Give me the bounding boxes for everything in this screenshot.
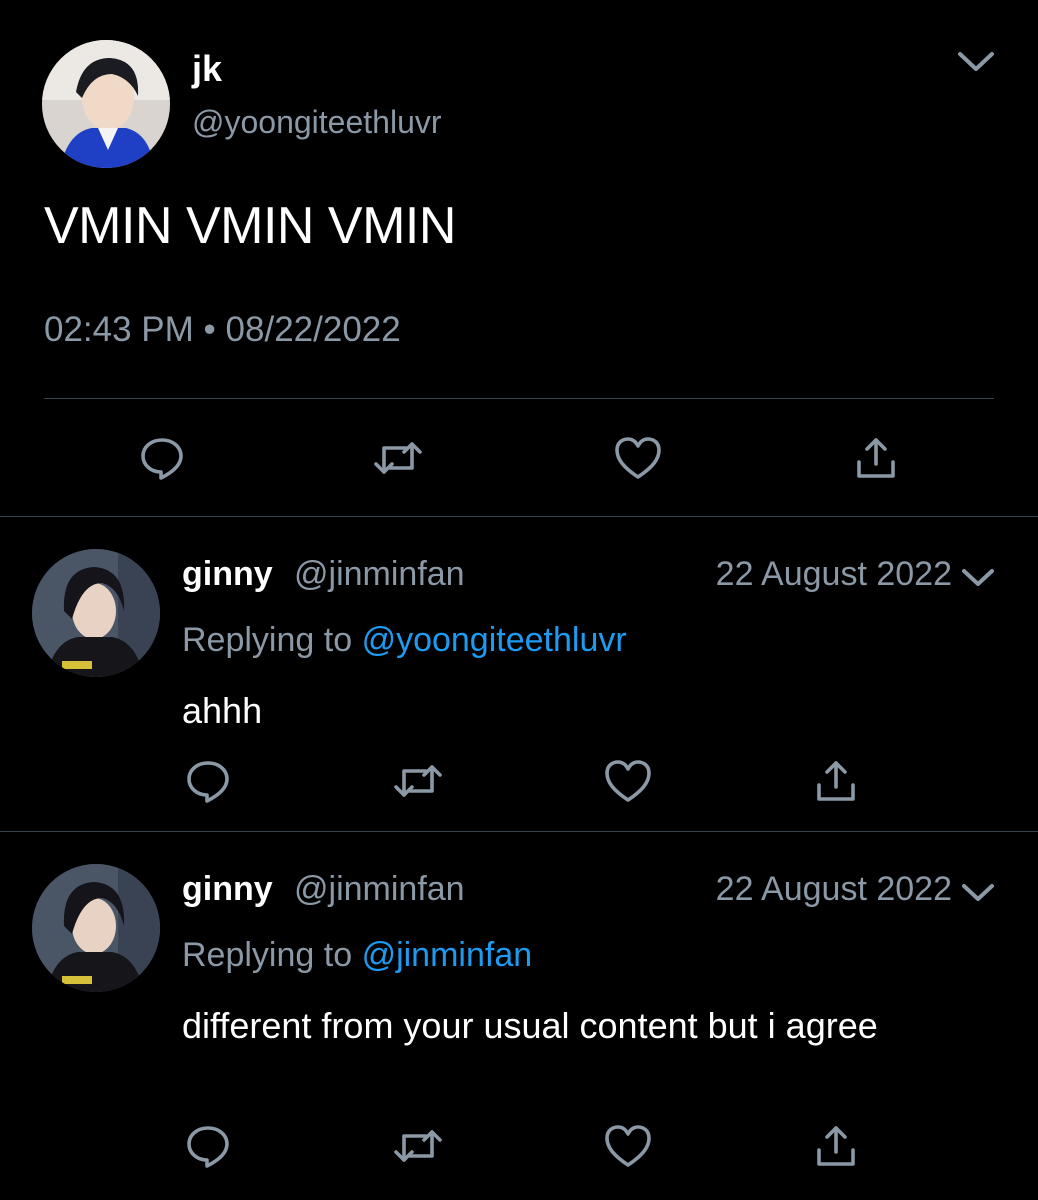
retweet-button[interactable] bbox=[390, 753, 446, 809]
replying-prefix: Replying to bbox=[182, 936, 353, 974]
heart-icon bbox=[615, 437, 661, 479]
display-name[interactable]: ginny bbox=[182, 555, 273, 594]
avatar[interactable] bbox=[32, 549, 160, 677]
tweet-timestamp[interactable]: 02:43 PM • 08/22/2022 bbox=[44, 310, 401, 350]
tweet-time: 02:43 PM bbox=[44, 310, 194, 349]
main-tweet: jk @yoongiteethluvr VMIN VMIN VMIN 02:43… bbox=[0, 0, 1038, 516]
divider bbox=[44, 398, 994, 399]
user-handle[interactable]: @yoongiteethluvr bbox=[192, 104, 442, 141]
reply-button[interactable] bbox=[134, 430, 190, 486]
reply-date[interactable]: 22 August 2022 bbox=[716, 555, 952, 594]
avatar-image bbox=[32, 864, 160, 992]
replying-to: Replying to @jinminfan bbox=[182, 936, 532, 975]
display-name[interactable]: jk bbox=[192, 48, 222, 90]
reply-icon bbox=[141, 438, 183, 480]
like-button[interactable] bbox=[610, 430, 666, 486]
tweet-text: VMIN VMIN VMIN bbox=[44, 197, 456, 255]
tweet-date: 08/22/2022 bbox=[225, 310, 401, 349]
reply-date[interactable]: 22 August 2022 bbox=[716, 870, 952, 909]
reply-text: different from your usual content but i … bbox=[182, 1005, 878, 1046]
mention-link[interactable]: @jinminfan bbox=[362, 936, 533, 974]
separator-dot: • bbox=[203, 310, 216, 349]
retweet-button[interactable] bbox=[370, 430, 426, 486]
reply-icon bbox=[187, 761, 229, 803]
retweet-icon bbox=[374, 442, 422, 474]
replying-to: Replying to @yoongiteethluvr bbox=[182, 621, 627, 660]
chevron-down-icon[interactable] bbox=[958, 874, 998, 910]
share-icon bbox=[817, 1126, 855, 1166]
user-handle[interactable]: @jinminfan bbox=[294, 555, 465, 594]
share-icon bbox=[817, 761, 855, 801]
like-button[interactable] bbox=[600, 1118, 656, 1174]
avatar[interactable] bbox=[42, 40, 170, 168]
replying-prefix: Replying to bbox=[182, 621, 353, 659]
reply-text: ahhh bbox=[182, 690, 263, 731]
retweet-button[interactable] bbox=[390, 1118, 446, 1174]
avatar-image bbox=[42, 40, 170, 168]
chevron-down-icon[interactable] bbox=[954, 42, 998, 82]
share-button[interactable] bbox=[808, 1118, 864, 1174]
avatar[interactable] bbox=[32, 864, 160, 992]
heart-icon bbox=[605, 760, 651, 802]
reply-icon bbox=[187, 1126, 229, 1168]
share-button[interactable] bbox=[848, 430, 904, 486]
retweet-icon bbox=[394, 765, 442, 797]
heart-icon bbox=[605, 1125, 651, 1167]
like-button[interactable] bbox=[600, 753, 656, 809]
reply-button[interactable] bbox=[180, 753, 236, 809]
avatar-image bbox=[32, 549, 160, 677]
user-handle[interactable]: @jinminfan bbox=[294, 870, 465, 909]
reply-tweet[interactable]: ginny @jinminfan 22 August 2022 Replying… bbox=[0, 517, 1038, 831]
share-button[interactable] bbox=[808, 753, 864, 809]
mention-link[interactable]: @yoongiteethluvr bbox=[362, 621, 627, 659]
retweet-icon bbox=[394, 1130, 442, 1162]
share-icon bbox=[857, 438, 895, 478]
chevron-down-icon[interactable] bbox=[958, 559, 998, 595]
display-name[interactable]: ginny bbox=[182, 870, 273, 909]
reply-button[interactable] bbox=[180, 1118, 236, 1174]
reply-tweet[interactable]: ginny @jinminfan 22 August 2022 Replying… bbox=[0, 832, 1038, 1200]
